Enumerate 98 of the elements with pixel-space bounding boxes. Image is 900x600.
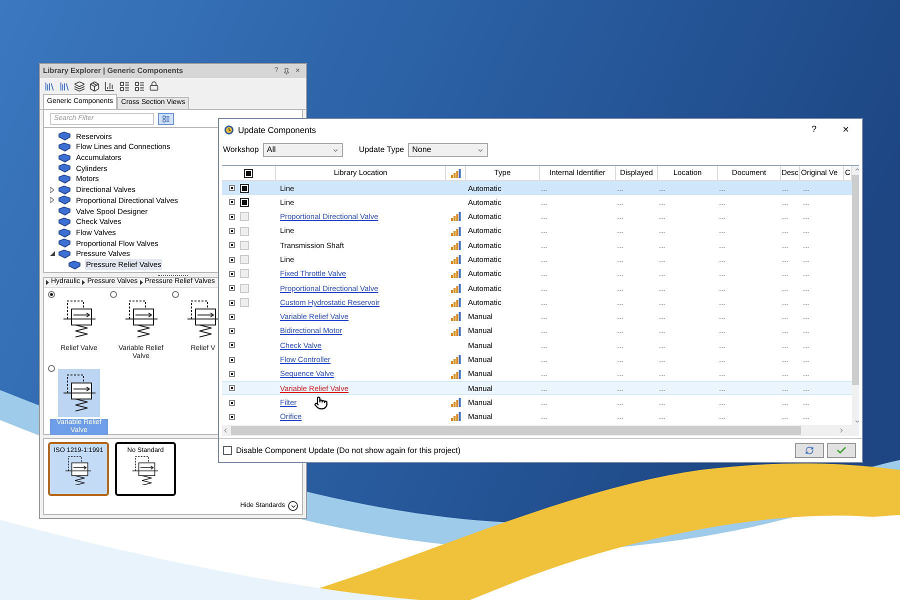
layout-icon[interactable] [134,80,145,92]
expand-icon[interactable] [229,314,235,320]
expand-icon[interactable] [229,285,235,292]
signal-bars-icon [451,326,461,336]
horizontal-scrollbar[interactable] [222,425,859,436]
list-view-icon [162,114,170,122]
hand-cursor-icon [314,396,328,410]
ok-button[interactable] [827,443,856,458]
checkbox[interactable] [240,184,249,193]
book-icon [58,131,71,142]
check-icon [836,445,847,456]
checkbox-label: Disable Component Update (Do not show again for this project) [236,444,461,456]
breadcrumb-arrow-icon [140,280,143,285]
filter-label: Workshop [223,144,259,156]
book-icon [58,184,71,195]
checkbox[interactable] [240,198,249,207]
expand-icon[interactable] [229,400,235,406]
signal-bars-icon [451,212,461,222]
scroll-up-icon[interactable] [854,166,859,173]
lock-icon[interactable] [149,81,159,91]
signal-bars-icon [451,370,461,378]
expand-icon[interactable] [229,300,235,306]
bar-chart-icon[interactable] [104,80,115,92]
expand-icon[interactable] [229,385,235,392]
book-icon [58,228,71,238]
book-icon [58,238,71,248]
signal-bars-icon [451,412,461,422]
book-icon [58,142,71,152]
book-icon [58,216,71,227]
pin-icon[interactable] [283,68,290,74]
dialog-title: Update Components [238,124,316,136]
expand-icon[interactable] [229,228,235,234]
list-view-button[interactable] [158,112,174,124]
vertical-scrollbar[interactable] [852,166,859,425]
caret-icon [332,146,339,154]
scroll-left-icon[interactable] [222,427,229,434]
expand-icon[interactable] [229,256,235,263]
book-icon [58,152,71,163]
relief-valve-symbol-icon [62,374,96,412]
checkbox[interactable] [223,446,232,455]
relief-valve-symbol-icon [65,456,92,486]
radio-button[interactable] [172,291,179,298]
caret-icon [477,146,484,154]
collapse-button[interactable] [288,501,298,511]
relief-valve-symbol-icon [62,300,96,338]
signal-bars-icon [451,312,461,322]
scroll-down-icon[interactable] [854,418,859,425]
book-icon [58,195,71,206]
close-button[interactable]: × [842,122,849,138]
layout-icon[interactable] [119,80,130,92]
breadcrumb-arrow-icon [46,280,49,285]
signal-bars-icon [451,284,461,293]
book-icon [68,260,81,270]
splitter-handle[interactable] [158,274,188,276]
signal-bars-icon [451,240,461,250]
radio-button[interactable] [48,291,55,298]
books-icon[interactable] [59,80,70,92]
dropdown[interactable]: All [262,143,343,157]
expand-icon[interactable] [229,342,235,348]
scroll-right-icon[interactable] [838,427,845,434]
refresh-icon [805,446,814,455]
layers-icon[interactable] [74,80,85,92]
clock-icon [224,125,234,135]
book-icon [58,174,71,184]
signal-bars-icon [451,355,461,364]
help-button[interactable]: ? [812,123,817,137]
book-icon [58,248,71,259]
expand-icon[interactable] [229,328,235,334]
package-icon[interactable] [89,80,100,92]
chevron-down-icon [290,502,296,510]
signal-bars-icon [451,269,461,278]
expand-icon[interactable] [229,356,235,363]
expand-icon[interactable] [229,185,235,192]
expander-icon[interactable] [50,251,54,256]
signal-bars-icon [450,168,460,178]
expand-icon[interactable] [229,199,235,206]
book-icon [58,206,71,216]
relief-valve-symbol-icon [132,456,159,486]
expand-icon[interactable] [229,214,235,220]
dropdown[interactable]: None [408,143,488,157]
expand-icon[interactable] [229,371,235,377]
book-icon [58,163,71,174]
radio-button[interactable] [48,365,55,372]
signal-bars-icon [451,398,461,408]
expand-icon[interactable] [229,270,235,277]
breadcrumb-arrow-icon [82,280,86,285]
signal-bars-icon [451,298,461,308]
checkbox[interactable] [244,168,253,178]
close-button[interactable]: × [295,65,300,77]
signal-bars-icon [451,255,461,264]
filter-label: Update Type [358,144,404,156]
signal-bars-icon [451,226,461,236]
relief-valve-symbol-icon [124,300,158,338]
expand-icon[interactable] [229,414,235,420]
refresh-button[interactable] [795,443,824,458]
expand-icon[interactable] [229,242,235,248]
books-icon[interactable] [44,80,55,92]
radio-button[interactable] [110,291,117,298]
